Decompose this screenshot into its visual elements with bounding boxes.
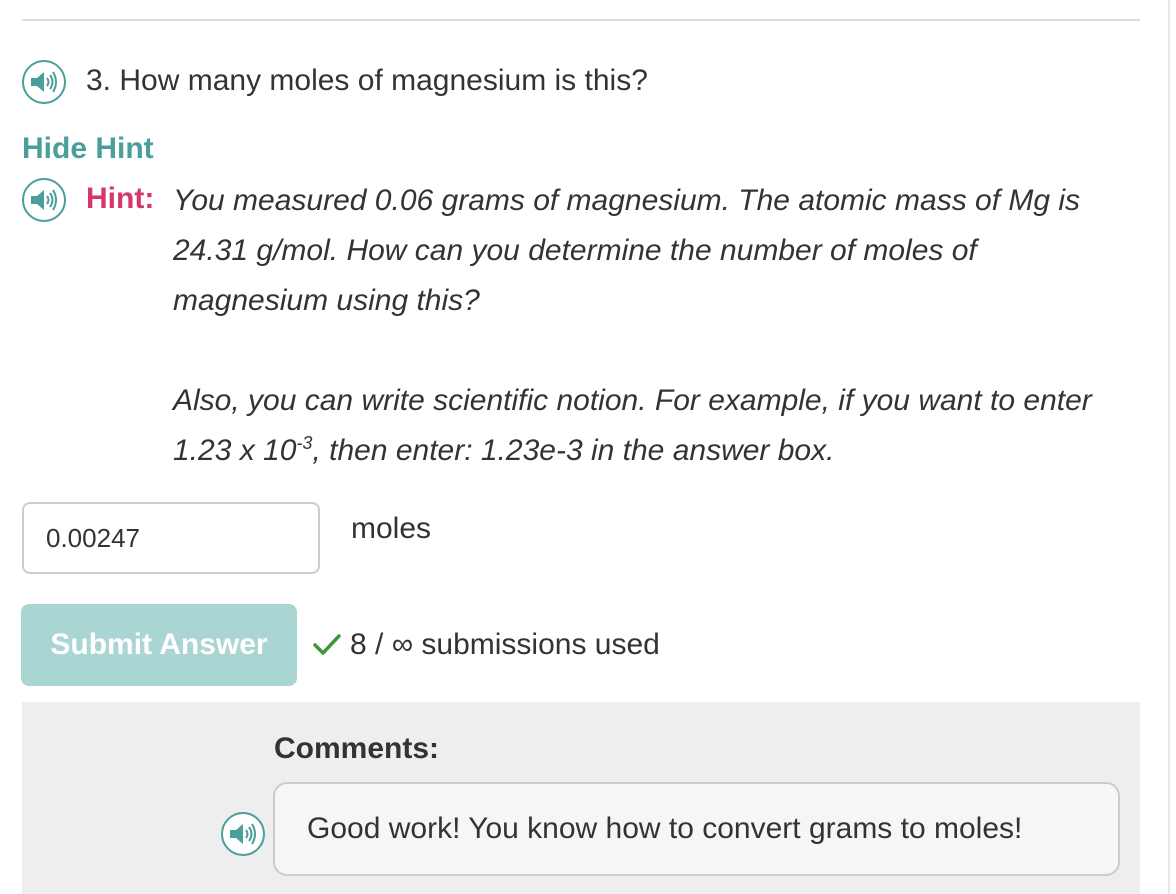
submit-answer-button[interactable]: Submit Answer [21,604,297,686]
answer-input[interactable] [22,502,320,574]
question-text: 3. How many moles of magnesium is this? [86,64,648,97]
question-audio-button[interactable] [22,60,66,104]
speaker-icon [31,189,57,211]
check-icon [313,634,341,655]
comments-panel: Comments: Good work! You know how to con… [22,702,1140,894]
hint-paragraph-1: You measured 0.06 grams of magnesium. Th… [173,184,1081,317]
hide-hint-link[interactable]: Hide Hint [22,128,154,170]
unit-label: moles [351,512,432,545]
submissions-text: 8 / ∞ submissions used [350,628,660,661]
hint-paragraph-2-after: , then enter: 1.23e-3 in the answer box. [312,434,835,467]
speaker-icon [230,823,256,845]
top-divider [22,19,1140,21]
hint-paragraph-2: Also, you can write scientific notion. F… [173,376,1133,476]
comment-box: Good work! You know how to convert grams… [273,782,1120,876]
question-page: 3. How many moles of magnesium is this? … [0,0,1176,894]
hint-body: You measured 0.06 grams of magnesium. Th… [173,176,1133,476]
comment-audio-button[interactable] [221,812,265,856]
hint-label: Hint: [86,182,155,215]
comments-label: Comments: [274,732,440,765]
speaker-icon [31,71,57,93]
hint-exponent: -3 [296,433,313,453]
comment-text: Good work! You know how to convert grams… [307,812,1023,845]
hint-audio-button[interactable] [22,178,66,222]
submissions-status: 8 / ∞ submissions used [312,624,660,666]
right-border [1168,0,1170,894]
